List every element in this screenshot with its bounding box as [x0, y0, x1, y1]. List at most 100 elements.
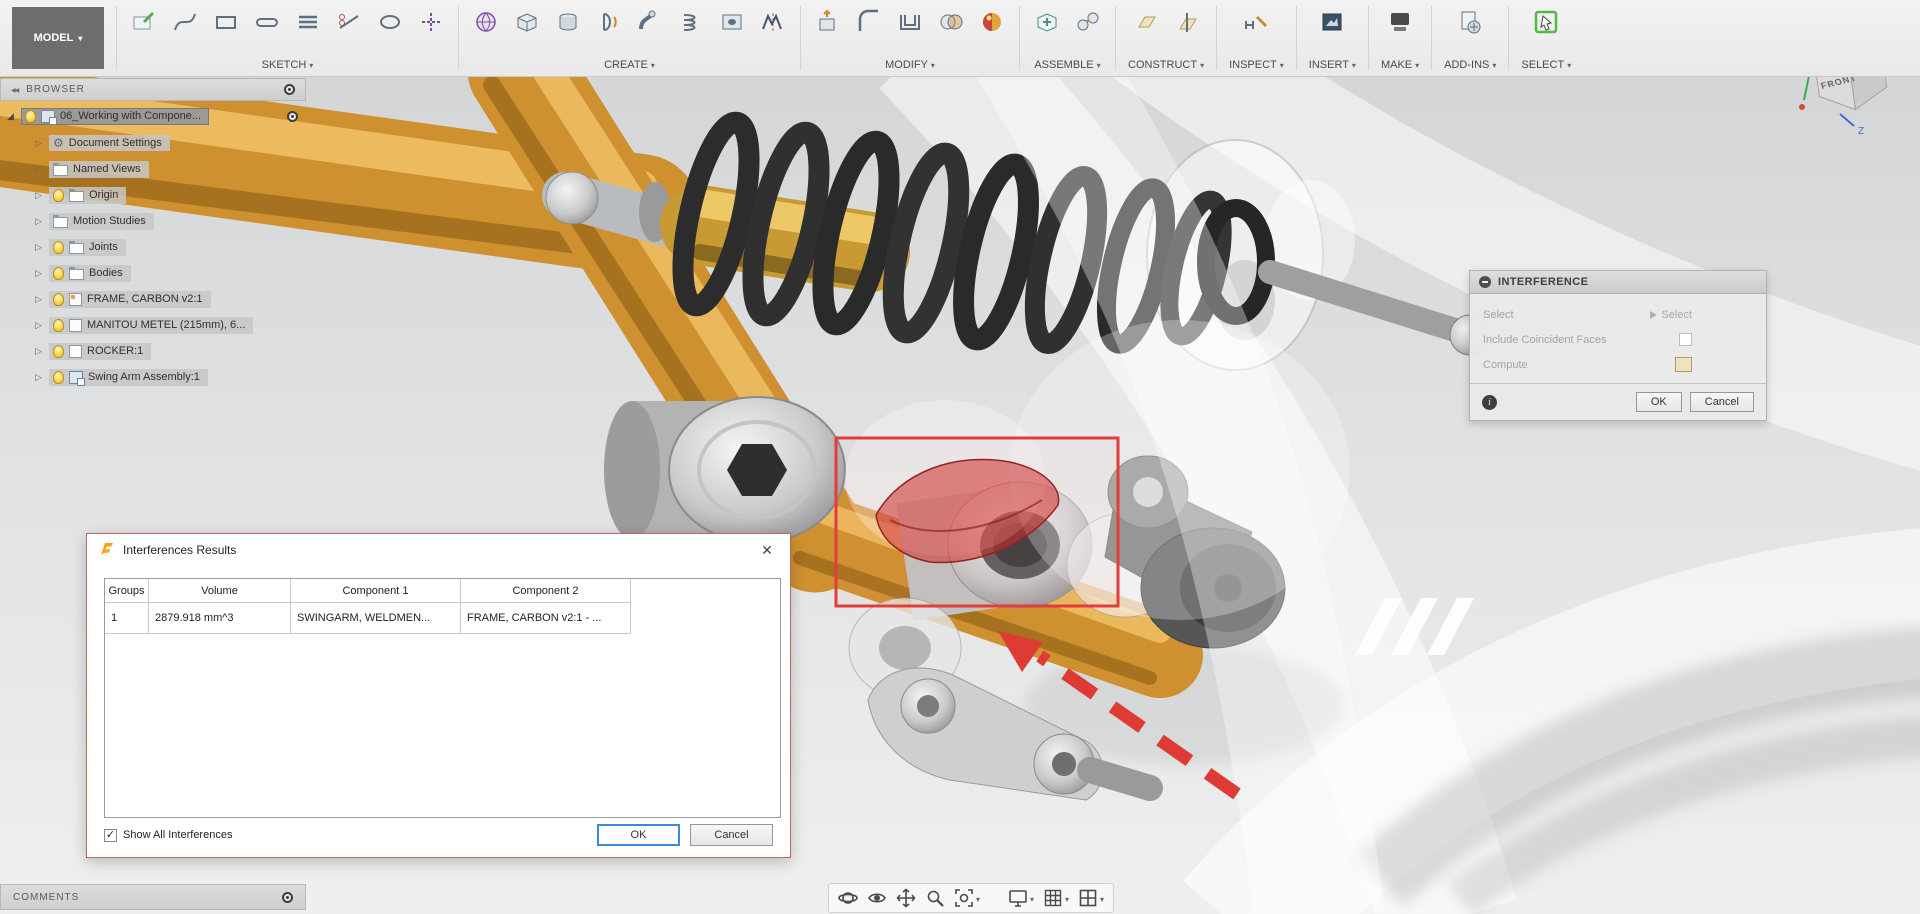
- construction-axis-icon[interactable]: [1172, 7, 1202, 37]
- expand-arrow-icon[interactable]: [32, 345, 45, 357]
- create-form-icon[interactable]: [471, 7, 501, 37]
- info-icon[interactable]: i: [1482, 395, 1497, 410]
- slot-icon[interactable]: [252, 7, 282, 37]
- browser-item-named-views[interactable]: Named Views: [4, 156, 310, 182]
- main-pivot[interactable]: [604, 397, 845, 543]
- include-coincident-faces-checkbox[interactable]: [1679, 333, 1692, 346]
- comments-panel-header[interactable]: COMMENTS: [0, 884, 306, 910]
- compute-icon[interactable]: [1675, 357, 1692, 372]
- visibility-bulb-icon[interactable]: [53, 319, 64, 332]
- make-menu[interactable]: MAKE: [1381, 56, 1419, 71]
- select-menu[interactable]: SELECT: [1521, 56, 1571, 71]
- select-icon[interactable]: [1531, 7, 1561, 37]
- expand-arrow-icon[interactable]: [32, 267, 45, 279]
- fillet-icon[interactable]: [854, 7, 884, 37]
- press-pull-icon[interactable]: [813, 7, 843, 37]
- expand-arrow-icon[interactable]: [32, 189, 45, 201]
- visibility-bulb-icon[interactable]: [53, 345, 64, 358]
- comments-options-icon[interactable]: [282, 892, 293, 903]
- visibility-bulb-icon[interactable]: [53, 267, 64, 280]
- display-settings-icon[interactable]: [1008, 888, 1034, 908]
- new-component-icon[interactable]: [1032, 7, 1062, 37]
- expand-arrow-icon[interactable]: [32, 137, 45, 149]
- results-table[interactable]: Groups Volume Component 1 Component 2 1 …: [104, 578, 781, 818]
- expand-arrow-icon[interactable]: [32, 371, 45, 383]
- collapse-arrow-icon[interactable]: [4, 110, 17, 122]
- close-icon[interactable]: [756, 539, 778, 561]
- results-ok-button[interactable]: OK: [597, 824, 680, 846]
- sketch-menu[interactable]: SKETCH: [129, 56, 446, 71]
- browser-options-icon[interactable]: [284, 84, 295, 95]
- orbit-icon[interactable]: [838, 888, 858, 908]
- browser-item-rocker[interactable]: ROCKER:1: [4, 338, 310, 364]
- results-cancel-button[interactable]: Cancel: [690, 824, 773, 846]
- interference-ok-button[interactable]: OK: [1636, 392, 1682, 412]
- viewports-icon[interactable]: [1078, 888, 1104, 908]
- browser-item-motion-studies[interactable]: Motion Studies: [4, 208, 310, 234]
- browser-item-frame-carbon[interactable]: FRAME, CARBON v2:1: [4, 286, 310, 312]
- insert-menu[interactable]: INSERT: [1309, 56, 1356, 71]
- joint-icon[interactable]: [1073, 7, 1103, 37]
- box-icon[interactable]: [512, 7, 542, 37]
- show-all-interferences-checkbox[interactable]: Show All Interferences: [104, 829, 232, 842]
- modify-menu[interactable]: MODIFY: [813, 56, 1007, 71]
- expand-arrow-icon[interactable]: [32, 163, 45, 175]
- revolve-icon[interactable]: [594, 7, 624, 37]
- visibility-bulb-icon[interactable]: [25, 110, 36, 123]
- results-table-row[interactable]: 1 2879.918 mm^3 SWINGARM, WELDMEN... FRA…: [105, 603, 780, 634]
- create-menu[interactable]: CREATE: [471, 56, 788, 71]
- create-sketch-icon[interactable]: [129, 7, 159, 37]
- appearance-icon[interactable]: [977, 7, 1007, 37]
- shell-icon[interactable]: [895, 7, 925, 37]
- visibility-bulb-icon[interactable]: [53, 189, 64, 202]
- interference-cancel-button[interactable]: Cancel: [1690, 392, 1754, 412]
- browser-item-joints[interactable]: Joints: [4, 234, 310, 260]
- pan-icon[interactable]: [896, 888, 916, 908]
- zoom-icon[interactable]: [925, 888, 945, 908]
- assemble-menu[interactable]: ASSEMBLE: [1032, 56, 1103, 71]
- extrude-icon[interactable]: [553, 7, 583, 37]
- add-ins-icon[interactable]: [1455, 7, 1485, 37]
- add-ins-menu[interactable]: ADD-INS: [1444, 56, 1496, 71]
- offset-icon[interactable]: [293, 7, 323, 37]
- spline-icon[interactable]: [170, 7, 200, 37]
- browser-item-origin[interactable]: Origin: [4, 182, 310, 208]
- activate-component-radio[interactable]: [287, 111, 298, 122]
- browser-item-document-settings[interactable]: Document Settings: [4, 130, 310, 156]
- checkbox-check-icon[interactable]: [104, 829, 117, 842]
- hole-icon[interactable]: [717, 7, 747, 37]
- select-button[interactable]: Select: [1650, 309, 1692, 321]
- collapse-icon[interactable]: [1479, 276, 1491, 288]
- project-icon[interactable]: [416, 7, 446, 37]
- expand-arrow-icon[interactable]: [32, 215, 45, 227]
- rectangle-icon[interactable]: [211, 7, 241, 37]
- browser-item-bodies[interactable]: Bodies: [4, 260, 310, 286]
- expand-arrow-icon[interactable]: [32, 319, 45, 331]
- construct-menu[interactable]: CONSTRUCT: [1128, 56, 1204, 71]
- visibility-bulb-icon[interactable]: [53, 293, 64, 306]
- sweep-icon[interactable]: [635, 7, 665, 37]
- results-dialog-titlebar[interactable]: Interferences Results: [87, 534, 790, 566]
- workspace-selector[interactable]: MODEL: [12, 7, 104, 69]
- visibility-bulb-icon[interactable]: [53, 241, 64, 254]
- ellipse-icon[interactable]: [375, 7, 405, 37]
- browser-item-manitou-metel[interactable]: MANITOU METEL (215mm), 6...: [4, 312, 310, 338]
- visibility-bulb-icon[interactable]: [53, 371, 64, 384]
- mirror-icon[interactable]: [758, 7, 788, 37]
- insert-icon[interactable]: [1317, 7, 1347, 37]
- browser-root-item[interactable]: 06_Working with Compone...: [4, 102, 310, 130]
- look-at-icon[interactable]: [867, 888, 887, 908]
- measure-icon[interactable]: [1241, 7, 1271, 37]
- collapse-browser-icon[interactable]: [11, 84, 18, 95]
- fit-icon[interactable]: [954, 888, 980, 908]
- interference-dialog-header[interactable]: INTERFERENCE: [1470, 271, 1766, 294]
- trim-icon[interactable]: [334, 7, 364, 37]
- expand-arrow-icon[interactable]: [32, 241, 45, 253]
- browser-item-swing-arm-assembly[interactable]: Swing Arm Assembly:1: [4, 364, 310, 390]
- coil-icon[interactable]: [676, 7, 706, 37]
- expand-arrow-icon[interactable]: [32, 293, 45, 305]
- grid-settings-icon[interactable]: [1043, 888, 1069, 908]
- combine-icon[interactable]: [936, 7, 966, 37]
- make-icon[interactable]: [1385, 7, 1415, 37]
- offset-plane-icon[interactable]: [1131, 7, 1161, 37]
